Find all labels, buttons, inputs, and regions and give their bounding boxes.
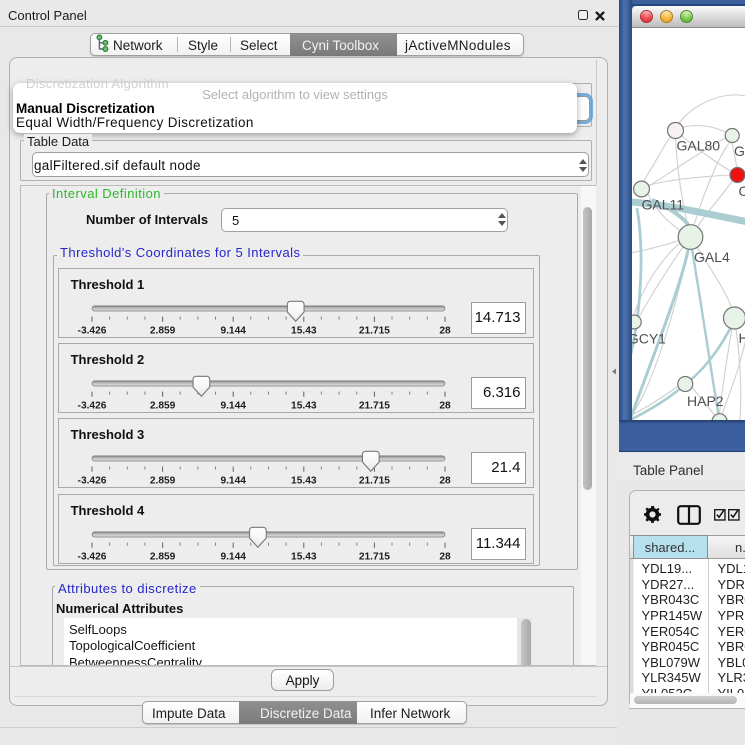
svg-text:HAP2: HAP2 <box>687 393 724 409</box>
svg-text:-3.426: -3.426 <box>77 326 106 337</box>
svg-text:15.43: 15.43 <box>291 401 317 412</box>
svg-text:H: H <box>738 330 745 346</box>
svg-text:9.144: 9.144 <box>220 551 246 562</box>
svg-text:-3.426: -3.426 <box>77 476 106 487</box>
svg-text:28: 28 <box>439 401 451 412</box>
svg-text:15.43: 15.43 <box>291 476 317 487</box>
svg-text:28: 28 <box>439 476 451 487</box>
svg-text:C: C <box>738 183 745 199</box>
svg-text:21.715: 21.715 <box>358 326 389 337</box>
svg-text:9.144: 9.144 <box>220 476 246 487</box>
svg-text:15.43: 15.43 <box>291 326 317 337</box>
svg-text:2.859: 2.859 <box>149 326 175 337</box>
svg-text:-3.426: -3.426 <box>77 551 106 562</box>
svg-text:GAL11: GAL11 <box>641 197 684 213</box>
svg-text:21.715: 21.715 <box>358 401 389 412</box>
svg-text:28: 28 <box>439 326 451 337</box>
svg-text:GAL80: GAL80 <box>676 138 720 154</box>
svg-text:GCY1: GCY1 <box>632 331 666 347</box>
svg-text:15.43: 15.43 <box>291 551 317 562</box>
svg-text:9.144: 9.144 <box>220 326 246 337</box>
svg-text:GAL4: GAL4 <box>694 249 730 265</box>
svg-text:GAL: GAL <box>734 143 745 159</box>
svg-text:28: 28 <box>439 551 451 562</box>
svg-text:21.715: 21.715 <box>358 551 389 562</box>
svg-text:21.715: 21.715 <box>358 476 389 487</box>
svg-text:2.859: 2.859 <box>149 476 175 487</box>
svg-text:2.859: 2.859 <box>149 551 175 562</box>
svg-text:-3.426: -3.426 <box>77 401 106 412</box>
svg-text:2.859: 2.859 <box>149 401 175 412</box>
svg-text:9.144: 9.144 <box>220 401 246 412</box>
